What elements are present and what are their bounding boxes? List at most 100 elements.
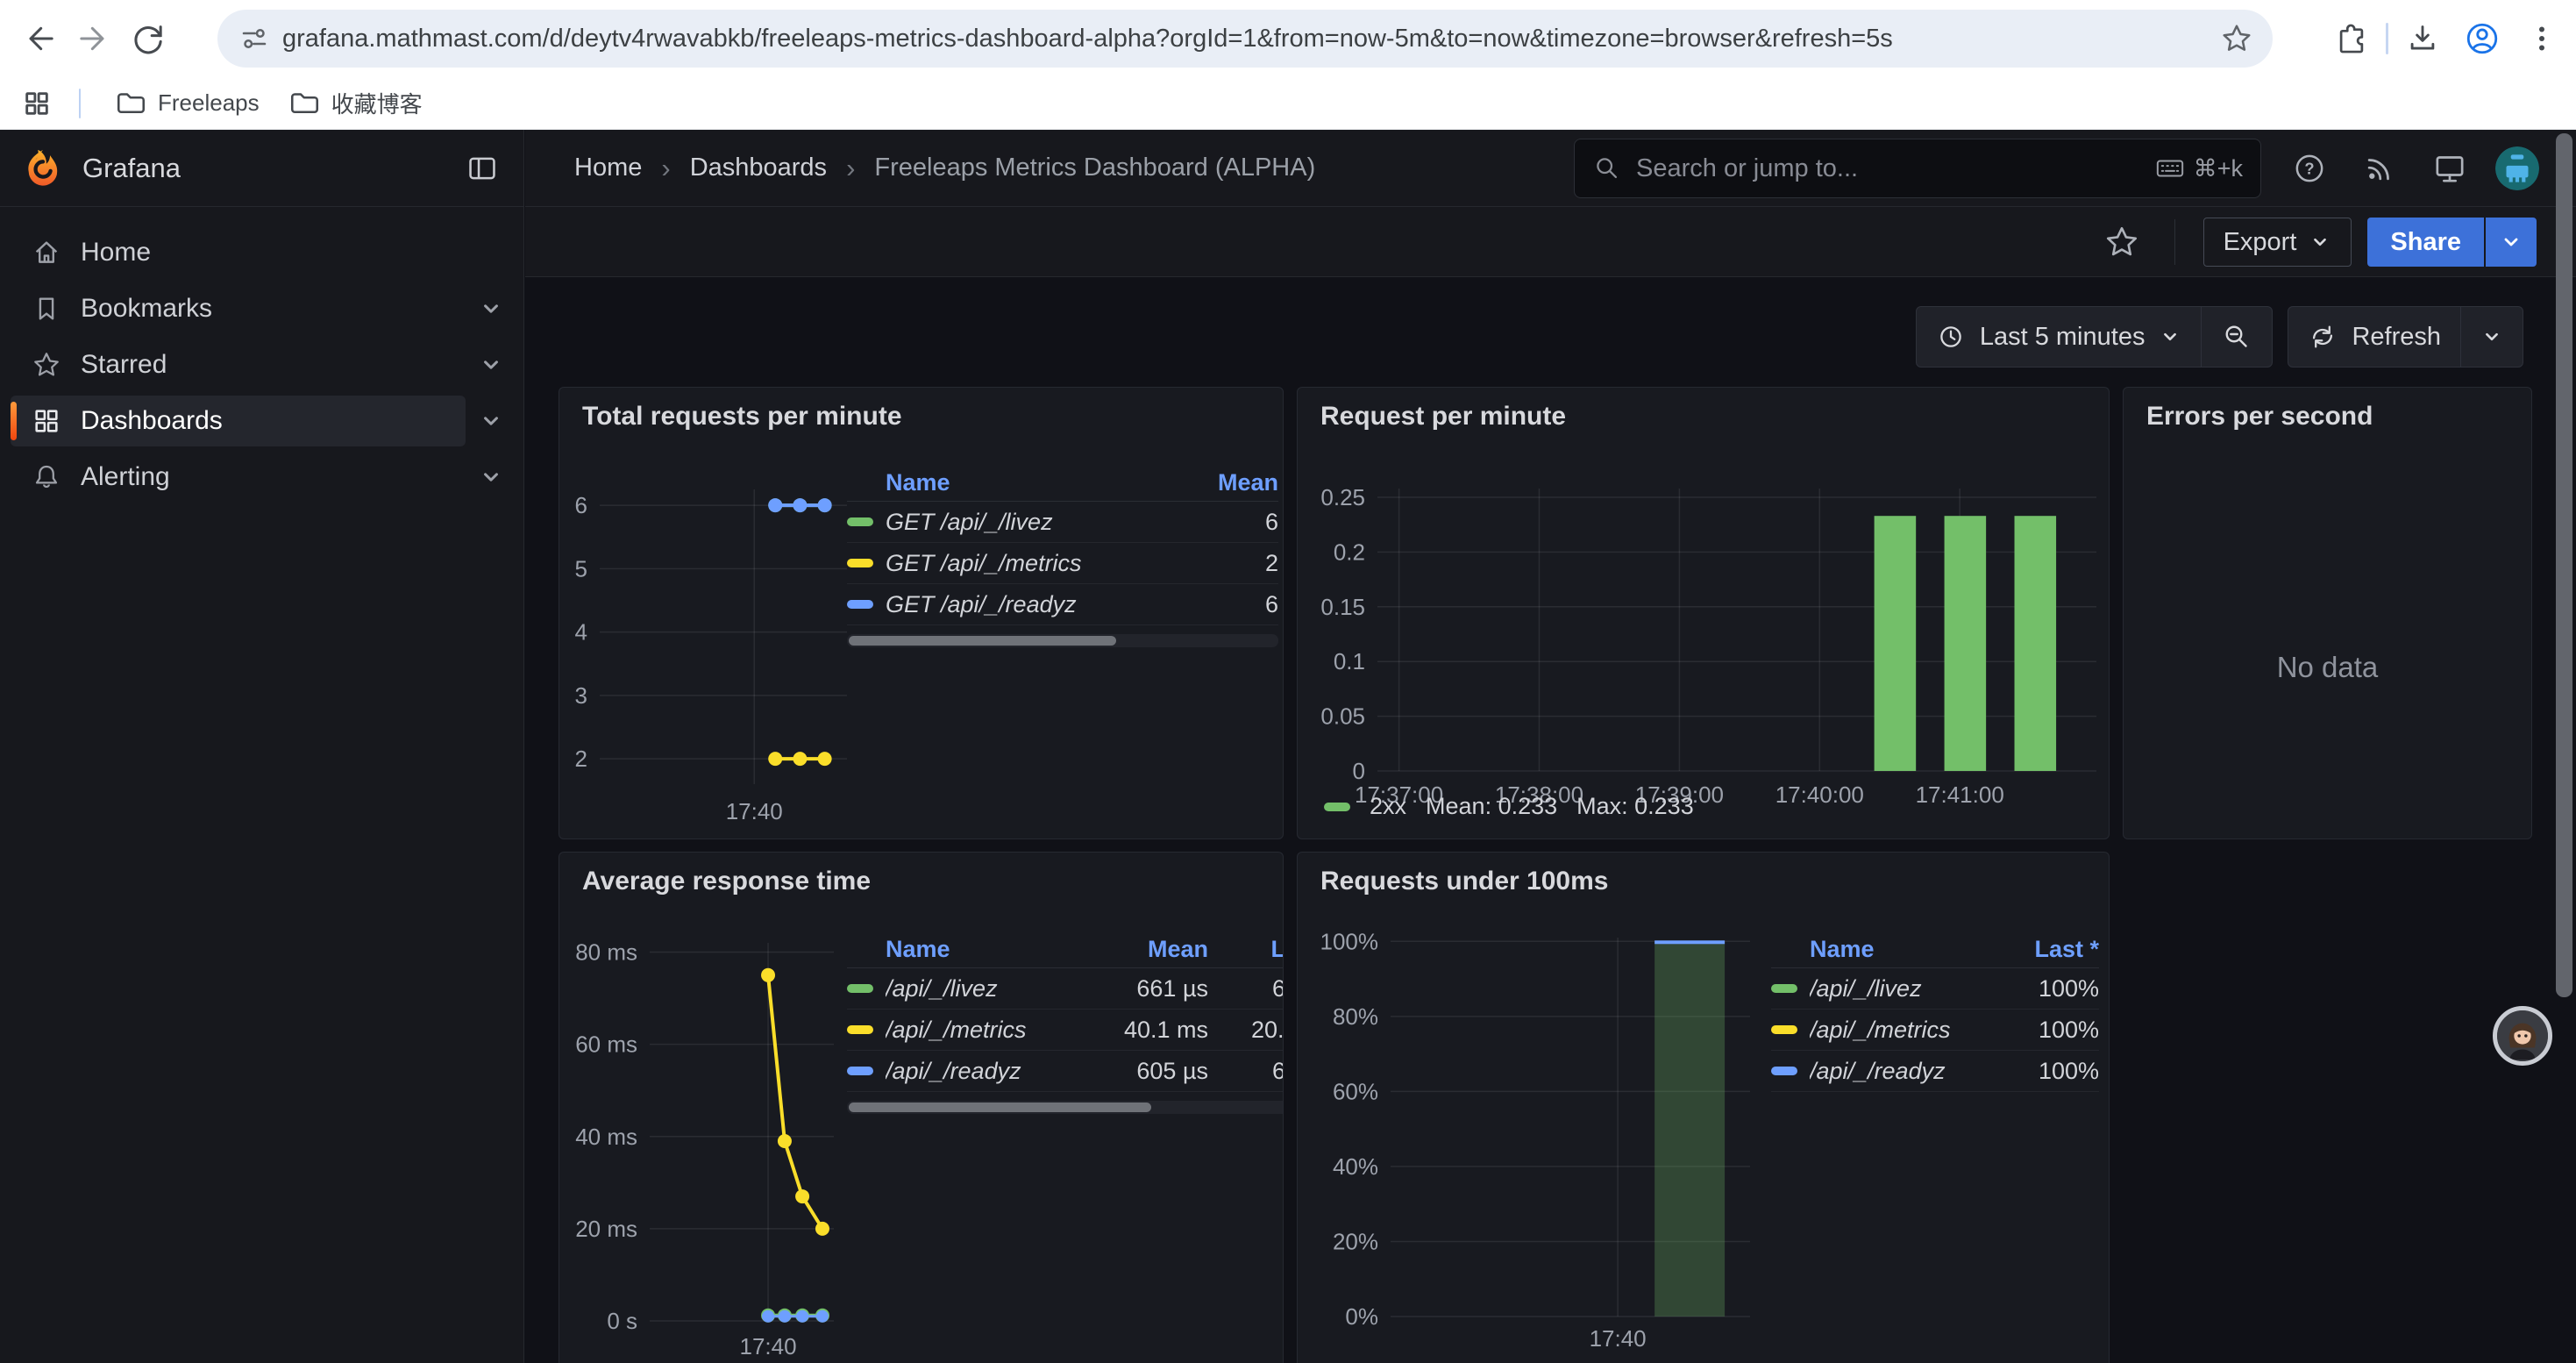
legend-header-last[interactable]: Last * [2001,936,2099,963]
chart-average-response-time[interactable]: 80 ms60 ms40 ms20 ms0 s17:40 [566,927,844,1363]
profile-icon [2464,20,2501,57]
legend-header: Name Mean [847,465,1278,502]
sidebar-item-starred[interactable]: Starred [11,339,466,390]
legend-row[interactable]: /api/_/metrics 100% [1771,1010,2099,1051]
sidebar-item-bookmarks[interactable]: Bookmarks [11,283,466,334]
legend-scrollbar-thumb[interactable] [849,1103,1151,1112]
bookmark-folder-blogs[interactable]: 收藏博客 [274,80,437,126]
page-scrollbar-thumb[interactable] [2556,133,2572,997]
sidebar-row-dashboards: Dashboards [0,393,523,449]
share-button[interactable]: Share [2367,218,2484,267]
svg-text:40 ms: 40 ms [575,1124,637,1150]
legend-header-name[interactable]: Name [1810,936,2001,963]
legend-scrollbar-thumb[interactable] [849,636,1116,646]
chevron-down-icon[interactable] [478,408,504,434]
chevron-down-icon[interactable] [478,352,504,378]
chart-total-requests[interactable]: 6543217:40 [566,475,859,835]
legend-row[interactable]: /api/_/readyz 605 µs 620 [847,1051,1284,1092]
back-button[interactable] [12,11,67,66]
panel-title[interactable]: Errors per second [2146,402,2531,432]
time-range-label: Last 5 minutes [1980,323,2145,352]
sidebar-item-label: Bookmarks [81,294,212,324]
url-bar[interactable]: grafana.mathmast.com/d/deytv4rwavabkb/fr… [217,10,2273,68]
legend-row[interactable]: GET /api/_/metrics 2 [847,543,1278,584]
legend-row[interactable]: /api/_/metrics 40.1 ms 20.5 r [847,1010,1284,1051]
download-button[interactable] [2397,13,2448,64]
legend-header-mean[interactable]: Mean [1101,936,1208,963]
svg-text:40%: 40% [1333,1153,1378,1180]
panel-total-requests: Total requests per minute 6543217:40 Nam… [559,387,1284,839]
time-range-picker[interactable]: Last 5 minutes [1917,307,2202,367]
legend-series-swatch [847,1025,873,1034]
legend-inline[interactable]: 2xx Mean: 0.233 Max: 0.233 [1324,793,1694,820]
refresh-button[interactable]: Refresh [2288,307,2460,367]
sidebar-item-alerting[interactable]: Alerting [11,452,466,503]
breadcrumb-home[interactable]: Home [574,153,642,182]
legend-row[interactable]: GET /api/_/readyz 6 [847,584,1278,625]
site-info-icon[interactable] [238,23,270,54]
assistant-avatar-image [2497,1010,2548,1061]
legend-row[interactable]: /api/_/readyz 100% [1771,1051,2099,1092]
home-icon [32,238,61,268]
favorite-star-button[interactable] [2097,218,2146,267]
page-scrollbar[interactable] [2556,133,2573,1361]
zoom-out-button[interactable] [2202,307,2272,367]
breadcrumb-separator: › [846,153,855,184]
monitor-button[interactable] [2425,144,2474,193]
help-button[interactable]: ? [2285,144,2334,193]
breadcrumb: Home › Dashboards › Freeleaps Metrics Da… [574,153,1315,184]
chevron-down-icon[interactable] [478,464,504,490]
assistant-avatar[interactable] [2493,1006,2552,1066]
export-label: Export [2224,228,2297,257]
legend-series-name: GET /api/_/readyz [886,591,1180,618]
chart-request-per-minute[interactable]: 0.250.20.150.10.05017:37:0017:38:0017:39… [1315,475,2109,839]
legend-row[interactable]: GET /api/_/livez 6 [847,502,1278,543]
legend-header-mean[interactable]: Mean [1180,469,1278,496]
legend-scrollbar[interactable] [847,1101,1284,1114]
svg-text:0 s: 0 s [607,1308,637,1334]
legend-series-name: GET /api/_/livez [886,509,1180,536]
apps-grid-button[interactable] [14,81,60,126]
sidebar-item-home[interactable]: Home [11,227,504,278]
svg-text:5: 5 [575,555,587,582]
svg-text:0.15: 0.15 [1320,594,1365,620]
forward-button[interactable] [67,11,121,66]
bookmark-star-icon[interactable] [2220,22,2253,55]
svg-text:60%: 60% [1333,1078,1378,1104]
legend-row[interactable]: /api/_/livez 100% [1771,968,2099,1010]
search-input[interactable]: Search or jump to... ⌘+k [1574,139,2261,198]
help-icon: ? [2292,151,2327,186]
legend-scrollbar[interactable] [847,634,1278,647]
legend-header-name[interactable]: Name [886,936,1101,963]
bookmarks-bar: Freeleaps 收藏博客 [0,77,2576,130]
chevron-down-icon[interactable] [478,296,504,322]
legend-header-name[interactable]: Name [886,469,1180,496]
legend-series-mean: 6 [1180,509,1278,536]
share-menu-button[interactable] [2486,218,2537,267]
user-avatar[interactable] [2495,146,2539,190]
panel-title[interactable]: Requests under 100ms [1320,867,2109,896]
monitor-icon [2432,151,2467,186]
legend-series-name: /api/_/livez [1810,975,2001,1003]
legend-header-last[interactable]: Las [1208,936,1284,963]
bookmark-folder-freeleaps[interactable]: Freeleaps [100,81,274,126]
extensions-button[interactable] [2326,13,2377,64]
export-button[interactable]: Export [2203,218,2352,267]
legend-series-last: 100% [2001,1058,2099,1085]
profile-button[interactable] [2457,13,2508,64]
panel-title[interactable]: Total requests per minute [582,402,1283,432]
svg-text:?: ? [2304,160,2314,178]
refresh-interval-button[interactable] [2461,307,2523,367]
svg-text:80%: 80% [1333,1003,1378,1030]
legend-row[interactable]: /api/_/livez 661 µs 646 [847,968,1284,1010]
breadcrumb-dashboards[interactable]: Dashboards [690,153,827,182]
chart-requests-under-100ms[interactable]: 100%80%60%40%20%0%17:40 [1315,927,1811,1363]
news-button[interactable] [2355,144,2404,193]
svg-text:6: 6 [575,492,587,518]
sidebar-item-dashboards[interactable]: Dashboards [11,396,466,446]
panel-title[interactable]: Average response time [582,867,1283,896]
browser-menu-button[interactable] [2516,13,2567,64]
sidebar-toggle-button[interactable] [460,146,504,190]
reload-button[interactable] [121,11,175,66]
panel-title[interactable]: Request per minute [1320,402,2109,432]
